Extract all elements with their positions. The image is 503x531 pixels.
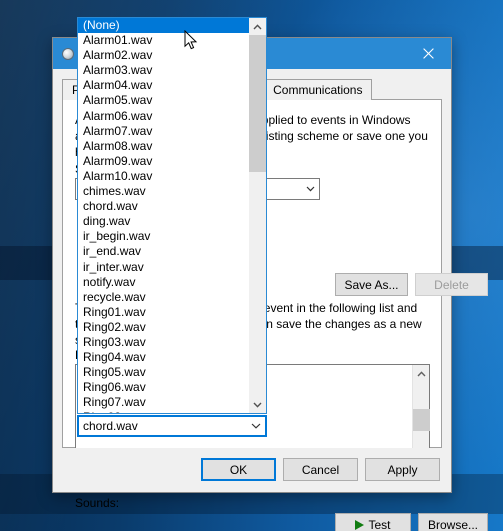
dropdown-item[interactable]: recycle.wav xyxy=(78,290,249,305)
dropdown-item[interactable]: Alarm03.wav xyxy=(78,63,249,78)
tab-communications[interactable]: Communications xyxy=(263,79,373,100)
dropdown-item[interactable]: Ring03.wav xyxy=(78,335,249,350)
dropdown-item[interactable]: Ring02.wav xyxy=(78,320,249,335)
dropdown-item[interactable]: (None) xyxy=(78,18,249,34)
save-as-button[interactable]: Save As... xyxy=(335,273,408,296)
sound-file-combobox[interactable]: chord.wav xyxy=(77,415,267,437)
play-icon xyxy=(355,519,365,530)
dropdown-item[interactable]: ding.wav xyxy=(78,214,249,229)
dropdown-item[interactable]: Ring01.wav xyxy=(78,305,249,320)
chevron-down-icon xyxy=(302,179,319,199)
dropdown-item[interactable]: Alarm04.wav xyxy=(78,78,249,93)
dropdown-item[interactable]: ir_begin.wav xyxy=(78,229,249,244)
dropdown-item[interactable]: Ring08.wav xyxy=(78,410,249,413)
close-icon[interactable] xyxy=(406,38,451,69)
dropdown-item[interactable]: chimes.wav xyxy=(78,184,249,199)
dropdown-item[interactable]: chord.wav xyxy=(78,199,249,214)
test-button[interactable]: Test xyxy=(335,513,411,531)
sound-file-dropdown-list[interactable]: (None) Alarm01.wav Alarm02.wav Alarm03.wav A… xyxy=(77,17,267,414)
chevron-down-icon[interactable] xyxy=(249,396,266,413)
chevron-up-icon[interactable] xyxy=(413,365,430,382)
dropdown-item[interactable]: Alarm08.wav xyxy=(78,139,249,154)
dropdown-item[interactable]: Alarm01.wav xyxy=(78,33,249,48)
chevron-up-icon[interactable] xyxy=(249,18,266,35)
dropdown-item[interactable]: Ring06.wav xyxy=(78,380,249,395)
scrollbar-thumb[interactable] xyxy=(249,35,266,172)
dropdown-item[interactable]: Alarm05.wav xyxy=(78,93,249,108)
delete-button: Delete xyxy=(415,273,488,296)
dropdown-items: (None) Alarm01.wav Alarm02.wav Alarm03.wav A… xyxy=(78,18,249,413)
dropdown-item[interactable]: Alarm09.wav xyxy=(78,154,249,169)
dropdown-item[interactable]: Alarm10.wav xyxy=(78,169,249,184)
dropdown-item[interactable]: Alarm06.wav xyxy=(78,109,249,124)
dropdown-scrollbar[interactable] xyxy=(249,18,266,413)
dropdown-item[interactable]: notify.wav xyxy=(78,275,249,290)
sound-file-value: chord.wav xyxy=(83,419,138,433)
dropdown-item[interactable]: ir_inter.wav xyxy=(78,260,249,275)
dropdown-item[interactable]: Alarm02.wav xyxy=(78,48,249,63)
dropdown-item[interactable]: Ring05.wav xyxy=(78,365,249,380)
ok-button[interactable]: OK xyxy=(201,458,276,481)
scrollbar-thumb[interactable] xyxy=(413,409,430,431)
cancel-button[interactable]: Cancel xyxy=(283,458,358,481)
dropdown-item[interactable]: Ring04.wav xyxy=(78,350,249,365)
dropdown-item[interactable]: Alarm07.wav xyxy=(78,124,249,139)
browse-button[interactable]: Browse... xyxy=(418,513,488,531)
chevron-down-icon xyxy=(247,417,264,435)
dialog-button-bar: OK Cancel Apply xyxy=(53,448,451,492)
apply-button[interactable]: Apply xyxy=(365,458,440,481)
sounds-label: Sounds: xyxy=(75,496,120,510)
dropdown-item[interactable]: ir_end.wav xyxy=(78,244,249,259)
desktop-background: Sound Playback Recording Sounds Communic… xyxy=(0,0,503,531)
speaker-icon xyxy=(61,46,77,62)
dropdown-item[interactable]: Ring07.wav xyxy=(78,395,249,410)
test-button-label: Test xyxy=(368,517,391,531)
